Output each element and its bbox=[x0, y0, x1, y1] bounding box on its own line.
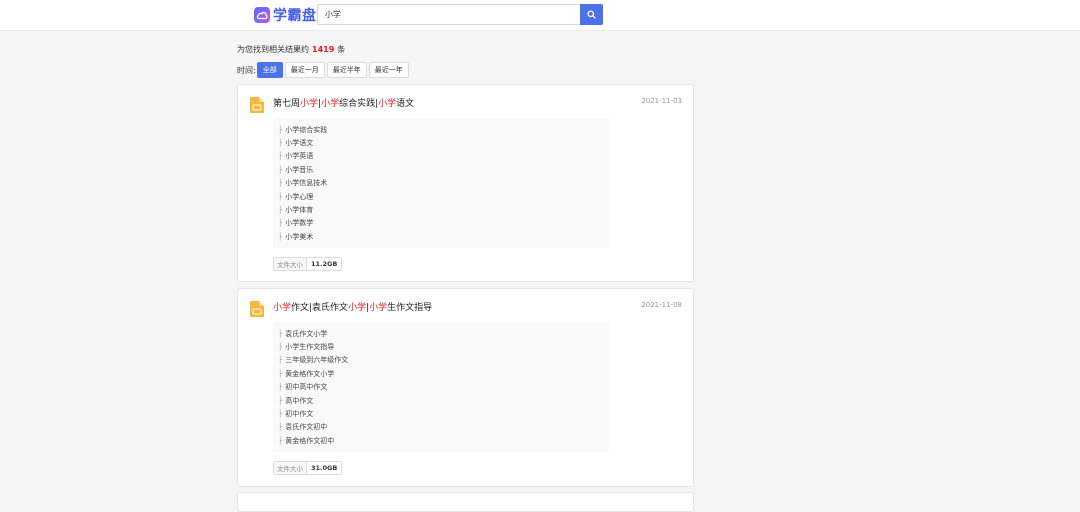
file-item: ├ 小学心理 bbox=[278, 190, 609, 203]
title-highlight: 小学 bbox=[378, 99, 397, 109]
file-name: 小学美术 bbox=[285, 232, 314, 241]
result-prefix: 为您找到相关结果约 bbox=[237, 45, 309, 54]
file-size-tag: 文件大小 31.0GB bbox=[273, 461, 343, 475]
file-item: ├ 小学生作文指导 bbox=[278, 340, 609, 353]
file-item: ├ 小学音乐 bbox=[278, 163, 609, 176]
file-name: 小学心理 bbox=[285, 192, 314, 201]
file-item: ├ 小学数学 bbox=[278, 217, 609, 230]
result-count: 为您找到相关结果约 1419 条 bbox=[237, 44, 345, 55]
file-name: 小学生作文指导 bbox=[285, 343, 335, 352]
file-name: 黄金格作文初中 bbox=[285, 436, 335, 445]
file-item: ├ 小学综合实践 bbox=[278, 123, 609, 136]
tree-branch-icon: ├ bbox=[278, 179, 283, 188]
search-button[interactable] bbox=[580, 4, 603, 25]
tree-branch-icon: ├ bbox=[278, 125, 283, 134]
top-header: 学霸盘 bbox=[0, 0, 1080, 31]
tree-branch-icon: ├ bbox=[278, 219, 283, 228]
file-name: 小学英语 bbox=[285, 152, 314, 161]
tree-branch-icon: ├ bbox=[278, 410, 283, 419]
title-highlight: 小学 bbox=[348, 303, 367, 313]
title-text: 生作文指导 bbox=[387, 303, 433, 313]
tree-branch-icon: ├ bbox=[278, 152, 283, 161]
file-name: 高中作文 bbox=[285, 396, 314, 405]
tree-branch-icon: ├ bbox=[278, 139, 283, 148]
file-name: 小学数学 bbox=[285, 219, 314, 228]
title-text: 作文|袁氏作文 bbox=[291, 303, 349, 313]
file-name: 袁氏作文初中 bbox=[285, 423, 328, 432]
tree-branch-icon: ├ bbox=[278, 165, 283, 174]
filter-last-year-button[interactable]: 最近一年 bbox=[368, 62, 409, 78]
result-number: 1419 bbox=[312, 45, 335, 54]
title-highlight: 小学 bbox=[321, 99, 340, 109]
filter-all-button[interactable]: 全部 bbox=[256, 62, 283, 78]
file-name: 小学语文 bbox=[285, 139, 314, 148]
filter-last-half-year-button[interactable]: 最近半年 bbox=[326, 62, 367, 78]
file-name: 黄金格作文小学 bbox=[285, 369, 335, 378]
search-input[interactable] bbox=[317, 4, 581, 25]
result-card[interactable] bbox=[237, 492, 694, 512]
title-highlight: 小学 bbox=[273, 303, 292, 313]
file-item: ├ 黄金格作文小学 bbox=[278, 367, 609, 380]
title-text: 第七周 bbox=[273, 99, 301, 109]
tree-branch-icon: ├ bbox=[278, 343, 283, 352]
tree-branch-icon: ├ bbox=[278, 436, 283, 445]
file-size-label: 文件大小 bbox=[274, 258, 307, 270]
file-item: ├ 初中作文 bbox=[278, 407, 609, 420]
card-date: 2021-11-03 bbox=[641, 97, 682, 105]
file-name: 初中高中作文 bbox=[285, 383, 328, 392]
logo[interactable]: 学霸盘 bbox=[254, 6, 317, 24]
filter-last-month-button[interactable]: 最近一月 bbox=[284, 62, 325, 78]
card-title[interactable]: 第七周小学|小学综合实践|小学语文 bbox=[273, 96, 414, 109]
folder-file-icon bbox=[250, 97, 264, 113]
card-title[interactable]: 小学作文|袁氏作文小学|小学生作文指导 bbox=[273, 300, 432, 313]
cloud-icon bbox=[254, 7, 270, 23]
result-card[interactable]: 第七周小学|小学综合实践|小学语文 2021-11-03 ├ 小学综合实践 ├ 小学… bbox=[237, 84, 694, 282]
file-item: ├ 小学语文 bbox=[278, 136, 609, 149]
file-name: 三年级到六年级作文 bbox=[285, 356, 349, 365]
tree-branch-icon: ├ bbox=[278, 356, 283, 365]
time-filter: 时间: 全部 最近一月 最近半年 最近一年 bbox=[237, 62, 411, 78]
tree-branch-icon: ├ bbox=[278, 396, 283, 405]
card-date: 2021-11-08 bbox=[641, 301, 682, 309]
file-item: ├ 小学体育 bbox=[278, 203, 609, 216]
tree-branch-icon: ├ bbox=[278, 329, 283, 338]
file-size-value: 11.2GB bbox=[311, 260, 338, 268]
file-size-value: 31.0GB bbox=[311, 464, 338, 472]
tree-branch-icon: ├ bbox=[278, 206, 283, 215]
title-text: 语文 bbox=[396, 99, 415, 109]
search-icon bbox=[587, 10, 596, 19]
file-item: ├ 三年级到六年级作文 bbox=[278, 354, 609, 367]
file-item: ├ 袁氏作文小学 bbox=[278, 327, 609, 340]
tree-branch-icon: ├ bbox=[278, 192, 283, 201]
file-size-label: 文件大小 bbox=[274, 462, 307, 474]
file-item: ├ 小学美术 bbox=[278, 230, 609, 243]
file-name: 初中作文 bbox=[285, 410, 314, 419]
file-name: 小学信息技术 bbox=[285, 179, 328, 188]
tree-branch-icon: ├ bbox=[278, 232, 283, 241]
logo-text: 学霸盘 bbox=[273, 8, 317, 24]
file-item: ├ 小学信息技术 bbox=[278, 177, 609, 190]
file-name: 小学音乐 bbox=[285, 165, 314, 174]
file-size-tag: 文件大小 11.2GB bbox=[273, 257, 343, 271]
file-item: ├ 初中高中作文 bbox=[278, 381, 609, 394]
file-name: 小学体育 bbox=[285, 206, 314, 215]
file-name: 小学综合实践 bbox=[285, 125, 328, 134]
file-item: ├ 高中作文 bbox=[278, 394, 609, 407]
file-item: ├ 小学英语 bbox=[278, 150, 609, 163]
title-highlight: 小学 bbox=[369, 303, 388, 313]
tree-branch-icon: ├ bbox=[278, 383, 283, 392]
file-item: ├ 袁氏作文初中 bbox=[278, 421, 609, 434]
folder-file-icon bbox=[250, 301, 264, 317]
title-text: 综合实践| bbox=[339, 99, 379, 109]
tree-branch-icon: ├ bbox=[278, 423, 283, 432]
tree-branch-icon: ├ bbox=[278, 369, 283, 378]
file-item: ├ 黄金格作文初中 bbox=[278, 434, 609, 447]
time-filter-label: 时间: bbox=[237, 65, 256, 75]
file-list: ├ 小学综合实践 ├ 小学语文 ├ 小学英语 ├ 小学音乐 ├ 小学信息技术 ├ 小学心理 … bbox=[273, 118, 609, 248]
file-name: 袁氏作文小学 bbox=[285, 329, 328, 338]
result-card[interactable]: 小学作文|袁氏作文小学|小学生作文指导 2021-11-08 ├ 袁氏作文小学 ├… bbox=[237, 288, 694, 487]
title-highlight: 小学 bbox=[300, 99, 319, 109]
file-list: ├ 袁氏作文小学 ├ 小学生作文指导 ├ 三年级到六年级作文 ├ 黄金格作文小学 ├ 初中… bbox=[273, 322, 609, 452]
result-suffix: 条 bbox=[337, 45, 346, 54]
